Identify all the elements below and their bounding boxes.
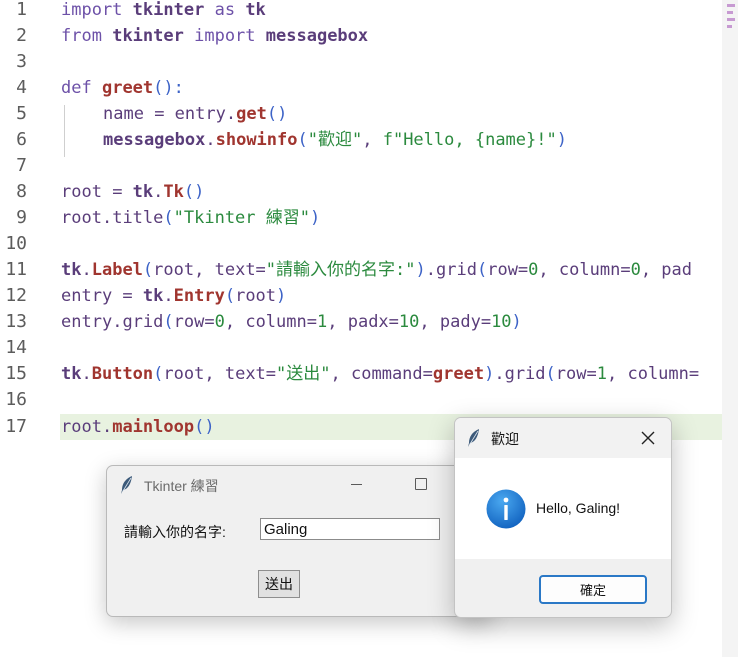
dialog-body: Hello, Galing! — [455, 458, 671, 559]
code-text: root.mainloop() — [61, 417, 215, 437]
line-number: 13 — [5, 311, 27, 332]
code-text: root = tk.Tk() — [61, 182, 205, 202]
code-text: tk.Label(root, text="請輸入你的名字:").grid(row… — [61, 260, 693, 280]
code-line: 15 tk.Button(root, text="送出", command=gr… — [0, 361, 722, 387]
line-number: 5 — [16, 103, 27, 124]
code-line: 12 entry = tk.Entry(root) — [0, 283, 722, 309]
line-number: 16 — [5, 389, 27, 410]
line-number: 2 — [16, 25, 27, 46]
code-line: 7 — [0, 153, 722, 179]
code-text: entry.grid(row=0, column=1, padx=10, pad… — [61, 312, 522, 332]
minimap-mark — [727, 4, 735, 7]
name-entry[interactable] — [260, 518, 440, 540]
line-number: 9 — [16, 207, 27, 228]
dialog-titlebar[interactable]: 歡迎 — [455, 418, 671, 458]
close-icon[interactable] — [640, 430, 656, 446]
line-number: 11 — [5, 259, 27, 280]
info-icon — [486, 489, 526, 529]
code-line: 13 entry.grid(row=0, column=1, padx=10, … — [0, 309, 722, 335]
minimap-mark — [727, 25, 732, 28]
code-text: entry = tk.Entry(root) — [61, 286, 287, 306]
code-line: 8 root = tk.Tk() — [0, 179, 722, 205]
code-line: 16 — [0, 387, 722, 413]
code-text: root.title("Tkinter 練習") — [61, 208, 321, 228]
code-line: 4 def greet(): — [0, 75, 722, 101]
minimap-scrollbar[interactable] — [722, 0, 738, 657]
maximize-icon[interactable] — [415, 478, 427, 490]
tkinter-window[interactable]: Tkinter 練習 請輸入你的名字: 送出 — [106, 465, 493, 617]
minimize-icon[interactable] — [351, 484, 362, 485]
minimap-mark — [727, 18, 735, 21]
feather-icon — [468, 429, 479, 447]
window-titlebar[interactable]: Tkinter 練習 — [107, 466, 492, 504]
ok-button[interactable]: 確定 — [539, 575, 647, 604]
code-line: 3 — [0, 49, 722, 75]
line-number: 12 — [5, 285, 27, 306]
code-text: messagebox.showinfo("歡迎", f"Hello, {name… — [103, 130, 567, 150]
code-line: 1 import tkinter as tk — [0, 0, 722, 23]
code-line: 10 — [0, 231, 722, 257]
code-text: def greet(): — [61, 78, 184, 98]
code-text: from tkinter import messagebox — [61, 26, 369, 46]
line-number: 8 — [16, 181, 27, 202]
line-number: 14 — [5, 337, 27, 358]
message-box-dialog[interactable]: 歡迎 Hello, Galing! 確定 — [454, 417, 672, 618]
code-line: 2 from tkinter import messagebox — [0, 23, 722, 49]
line-number: 17 — [5, 416, 27, 437]
line-number: 6 — [16, 129, 27, 150]
line-number: 4 — [16, 77, 27, 98]
code-text: import tkinter as tk — [61, 0, 266, 20]
line-number: 10 — [5, 233, 27, 254]
line-number: 7 — [16, 155, 27, 176]
code-text: name = entry.get() — [103, 104, 288, 124]
code-line: 6 messagebox.showinfo("歡迎", f"Hello, {na… — [0, 127, 722, 153]
name-label: 請輸入你的名字: — [124, 524, 226, 540]
feather-icon — [121, 476, 132, 494]
dialog-message: Hello, Galing! — [536, 500, 621, 516]
line-number: 1 — [16, 0, 27, 20]
code-line: 9 root.title("Tkinter 練習") — [0, 205, 722, 231]
dialog-title: 歡迎 — [491, 431, 519, 447]
line-number: 15 — [5, 363, 27, 384]
window-title: Tkinter 練習 — [144, 478, 219, 494]
code-line: 5 name = entry.get() — [0, 101, 722, 127]
submit-button[interactable]: 送出 — [258, 570, 300, 598]
minimap-mark — [727, 11, 733, 14]
code-text: tk.Button(root, text="送出", command=greet… — [61, 364, 700, 384]
code-line: 14 — [0, 335, 722, 361]
code-line: 11 tk.Label(root, text="請輸入你的名字:").grid(… — [0, 257, 722, 283]
code-line-gutter: 17 — [0, 414, 40, 440]
line-number: 3 — [16, 51, 27, 72]
